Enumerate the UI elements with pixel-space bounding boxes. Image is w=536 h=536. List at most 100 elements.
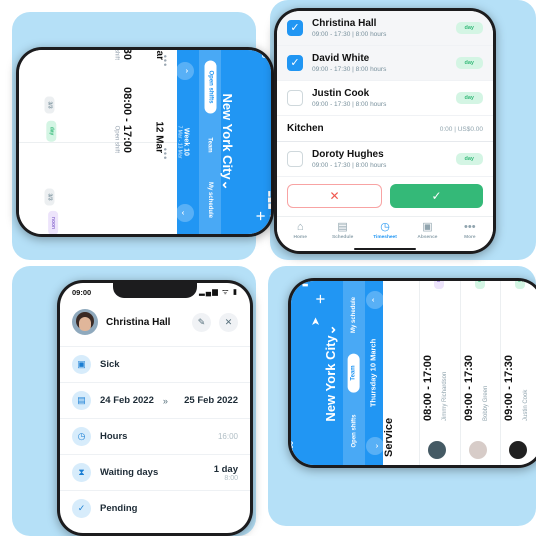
- shift-type-badge: noon: [48, 210, 59, 234]
- schedule-tab-bar: My schedule Team Open shifts: [343, 281, 365, 465]
- employee-hours: 09:00 - 17:30 | 8:00 hours: [312, 31, 387, 38]
- table-row[interactable]: Doroty Hughes 09:00 - 17:30 | 8:00 hours…: [277, 142, 493, 176]
- chevron-down-icon: ⌄: [323, 324, 338, 336]
- briefcase-icon: ▣: [72, 355, 91, 374]
- team-schedule-screen: 09:00 ▮ ᯤ ▂▄▆ New York City⌄ My schedule…: [291, 281, 536, 465]
- clock-icon: ◷: [72, 427, 91, 446]
- location-title[interactable]: New York City⌄: [323, 324, 339, 421]
- absence-end-date: 25 Feb 2022: [184, 395, 238, 406]
- table-row[interactable]: ✓ Christina Hall 09:00 - 17:30 | 8:00 ho…: [277, 11, 493, 46]
- table-row[interactable]: Justin Cook 09:00 - 17:30 | 8:00 hours d…: [277, 81, 493, 116]
- employee-hours: 09:00 - 17:30 | 8:00 hours: [312, 66, 387, 73]
- tab-my-schedule[interactable]: My schedule: [351, 297, 357, 333]
- status-badge: day: [455, 22, 483, 34]
- close-icon[interactable]: ✕: [219, 312, 238, 332]
- waiting-days-hours: 8:00: [224, 474, 238, 482]
- shift-person: Bobby Green: [482, 385, 489, 421]
- group-label: Service: [383, 417, 395, 457]
- device-notch: [113, 283, 197, 298]
- status-badge: day: [455, 153, 483, 165]
- tab-open-shifts[interactable]: Open shifts: [204, 60, 217, 114]
- nav-item-home[interactable]: ⌂ Home: [279, 221, 321, 240]
- timesheet-list: ✓ Christina Hall 09:00 - 17:30 | 8:00 ho…: [277, 11, 493, 176]
- schedule-tab-bar: My schedule Team Open shifts: [199, 50, 221, 234]
- chevron-down-nav-icon[interactable]: ⌄: [176, 204, 194, 222]
- shift-type-badge: day: [515, 281, 526, 289]
- add-shift-button[interactable]: +: [311, 289, 331, 309]
- send-icon[interactable]: ➤: [309, 317, 322, 326]
- nav-label-absence: Absence: [417, 235, 438, 240]
- table-row[interactable]: ✓ David White 09:00 - 17:30 | 8:00 hours…: [277, 46, 493, 81]
- phone-timesheet-approval: ✓ Christina Hall 09:00 - 17:30 | 8:00 ho…: [274, 8, 496, 254]
- status-badge: day: [455, 57, 483, 69]
- nav-label-home: Home: [293, 235, 307, 240]
- action-bar: ✕ ✓: [277, 176, 493, 216]
- tab-open-shifts[interactable]: Open shifts: [351, 415, 357, 448]
- chevron-up-icon[interactable]: ⌃: [366, 291, 384, 309]
- shift-time: 08:00 - 17:00: [422, 354, 434, 421]
- shift-count-badge: 3/3: [44, 188, 55, 206]
- reject-button[interactable]: ✕: [287, 184, 382, 208]
- shift-person: Jimmy Richardson: [442, 371, 448, 421]
- row-info: David White 09:00 - 17:30 | 8:00 hours: [312, 53, 447, 73]
- nav-item-timesheet[interactable]: ◷ Timesheet: [364, 221, 406, 240]
- nav-item-more[interactable]: ••• More: [449, 221, 491, 240]
- approve-button[interactable]: ✓: [390, 184, 483, 208]
- status-bar-time: 09:00: [260, 50, 267, 58]
- status-bar-icons: ▂▄▆ ᯤ ▮: [199, 287, 238, 296]
- stopwatch-icon: ◷: [380, 221, 390, 233]
- tab-team[interactable]: Team: [348, 353, 361, 393]
- row-checkbox[interactable]: [287, 151, 303, 167]
- row-checkbox[interactable]: ✓: [287, 20, 303, 36]
- absence-hours-label: Hours: [100, 431, 128, 442]
- avatar: [509, 441, 528, 459]
- location-title-label: New York City: [323, 335, 338, 422]
- shift-card[interactable]: day 09:00 - 17:30 Bobby Green: [459, 281, 501, 465]
- week-title: Week 10: [182, 128, 190, 156]
- absence-waiting-days-row[interactable]: ⧗ Waiting days 1 day 8:00: [60, 454, 250, 490]
- shift-type-badge: day: [474, 281, 485, 289]
- tab-team[interactable]: Team: [207, 137, 213, 152]
- status-bar-time: 09:00: [72, 287, 92, 297]
- week-range: 7 Mar - 13 Mar: [176, 125, 183, 159]
- nav-item-absence[interactable]: ▣ Absence: [406, 221, 448, 240]
- nav-item-schedule[interactable]: ▤ Schedule: [321, 221, 363, 240]
- screenshot-canvas: 09:00 ▂▄▆ ᯤ ▮ New York City⌄ My schedule…: [0, 0, 536, 536]
- absence-waiting-days-values: 1 day 8:00: [214, 464, 238, 482]
- employee-name: Doroty Hughes: [312, 149, 384, 160]
- phone-absence-detail: 09:00 ▂▄▆ ᯤ ▮ Christina Hall ✎ ✕ ▣ Sick …: [57, 280, 253, 536]
- row-checkbox[interactable]: ✓: [287, 55, 303, 71]
- employee-hours: 09:00 - 17:30 | 8:00 hours: [312, 101, 387, 108]
- shift-time: 09:00 - 17:30: [121, 50, 133, 60]
- shift-card[interactable]: day 09:00 - 17:30 Justin Cook: [500, 281, 536, 465]
- absence-hours-row[interactable]: ◷ Hours 16:00: [60, 418, 250, 454]
- status-bar-icons: ▮ ᯤ ▂▄▆: [301, 281, 310, 287]
- team-schedule-header: 09:00 ▮ ᯤ ▂▄▆ New York City⌄ My schedule…: [291, 281, 384, 465]
- shift-person: Justin Cook: [523, 389, 530, 421]
- row-info: Christina Hall 09:00 - 17:30 | 8:00 hour…: [312, 18, 447, 38]
- location-title-label: New York City: [220, 93, 235, 180]
- edit-icon[interactable]: ✎: [192, 312, 211, 332]
- open-shifts-header: 09:00 ▂▄▆ ᯤ ▮ New York City⌄ My schedule…: [176, 50, 271, 234]
- group-header: Kitchen 0:00 | US$0.00: [277, 116, 493, 142]
- absence-type-row[interactable]: ▣ Sick: [60, 346, 250, 382]
- briefcase-icon: ▣: [422, 221, 433, 233]
- location-title[interactable]: New York City⌄: [219, 93, 235, 190]
- tab-my-schedule[interactable]: My schedule: [207, 182, 213, 218]
- absence-dates-row[interactable]: ▤ 24 Feb 2022 » 25 Feb 2022: [60, 382, 250, 418]
- chevron-down-nav-icon[interactable]: ⌄: [366, 437, 384, 455]
- absence-start-date: 24 Feb 2022: [100, 395, 154, 406]
- check-circle-icon: ✓: [72, 499, 91, 518]
- absence-status-label: Pending: [100, 503, 138, 514]
- avatar: [72, 309, 98, 335]
- absence-status-row[interactable]: ✓ Pending: [60, 490, 250, 526]
- row-checkbox[interactable]: [287, 90, 303, 106]
- shift-type-badge: noon: [434, 281, 444, 289]
- add-shift-button[interactable]: +: [249, 206, 270, 226]
- chevron-up-icon[interactable]: ⌃: [176, 62, 194, 80]
- shift-subtitle: Open shift: [113, 125, 119, 153]
- status-bar-time: 09:00: [291, 441, 295, 459]
- shift-column[interactable]: ••• 12 Mar 08:00 - 17:00 Open shift 3/3 …: [19, 86, 177, 234]
- home-indicator: [277, 247, 493, 251]
- shift-card[interactable]: noon 08:00 - 17:00 Jimmy Richardson: [419, 281, 460, 465]
